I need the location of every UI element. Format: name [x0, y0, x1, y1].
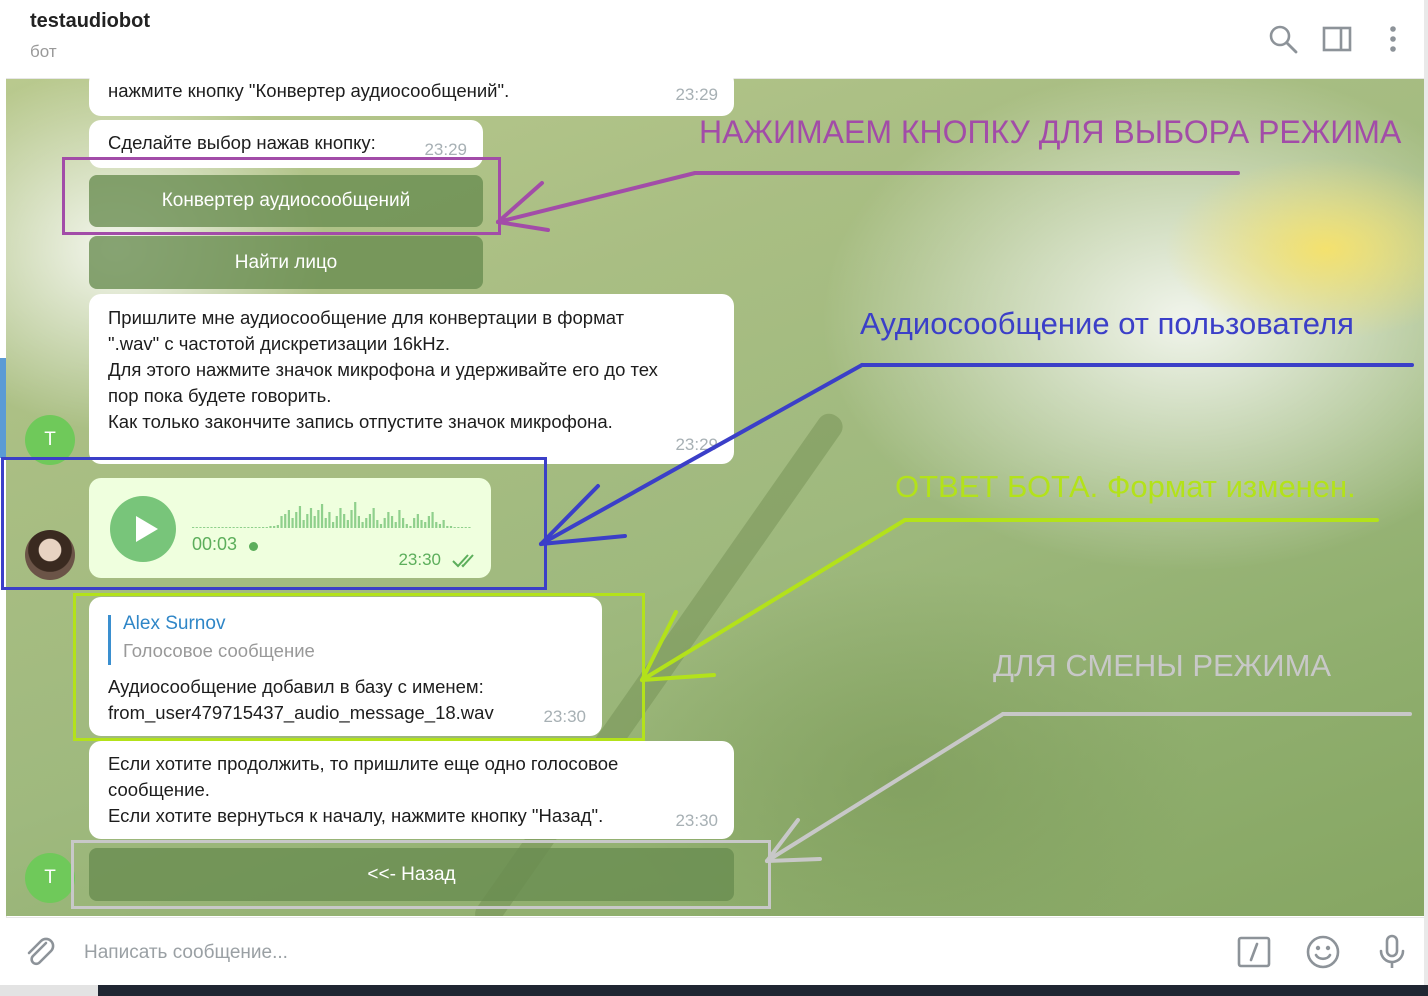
- bot-commands-icon[interactable]: [1236, 934, 1272, 970]
- annotation-box-bot-reply: [73, 593, 645, 741]
- annotation-mode-select: НАЖИМАЕМ КНОПКУ ДЛЯ ВЫБОРА РЕЖИМА: [699, 114, 1402, 150]
- message-text: ".wav" с частотой дискретизации 16kHz.: [108, 333, 451, 354]
- annotation-box-user-audio: [1, 457, 547, 590]
- bot-message: Если хотите продолжить, то пришлите еще …: [89, 741, 734, 839]
- message-time: 23:29: [675, 85, 718, 104]
- search-icon[interactable]: [1266, 22, 1300, 56]
- message-text: пор пока будете говорить.: [108, 385, 332, 406]
- annotation-bot-reply: ОТВЕТ БОТА. Формат изменен.: [895, 469, 1356, 504]
- annotation-mode-change: ДЛЯ СМЕНЫ РЕЖИМА: [993, 648, 1332, 683]
- message-text: Если хотите вернуться к началу, нажмите …: [108, 805, 604, 826]
- window-right-border: [1424, 0, 1428, 996]
- message-time: 23:30: [675, 811, 718, 830]
- microphone-icon[interactable]: [1374, 934, 1410, 970]
- attach-icon[interactable]: [22, 934, 58, 970]
- message-text: Как только закончите запись отпустите зн…: [108, 411, 613, 432]
- message-input[interactable]: [82, 938, 1186, 968]
- emoji-icon[interactable]: [1305, 934, 1341, 970]
- more-options-icon[interactable]: [1376, 22, 1410, 56]
- chat-title[interactable]: testaudiobot: [30, 10, 150, 33]
- sidebar-toggle-icon[interactable]: [1320, 22, 1354, 56]
- chat-subtitle: бот: [30, 42, 57, 61]
- annotation-box-mode-select: [62, 157, 501, 235]
- chat-header: testaudiobot бот: [6, 0, 1424, 79]
- message-text: Если хотите продолжить, то пришлите еще …: [108, 753, 619, 774]
- taskbar-strip-left: [0, 985, 98, 996]
- message-text: нажмите кнопку "Конвертер аудиосообщений…: [108, 80, 510, 101]
- message-composer: [6, 917, 1424, 985]
- message-text: сообщение.: [108, 779, 210, 800]
- keyboard-button-find-face[interactable]: Найти лицо: [89, 236, 483, 289]
- annotation-box-mode-change: [71, 840, 771, 909]
- message-text: Для этого нажмите значок микрофона и уде…: [108, 359, 658, 380]
- bot-message: Пришлите мне аудиосообщение для конверта…: [89, 294, 734, 464]
- message-text: Пришлите мне аудиосообщение для конверта…: [108, 307, 625, 328]
- bot-message: нажмите кнопку "Конвертер аудиосообщений…: [89, 70, 734, 116]
- message-text: Сделайте выбор нажав кнопку:: [108, 132, 376, 153]
- bot-avatar[interactable]: T: [25, 853, 75, 903]
- taskbar-strip: [0, 985, 1428, 996]
- message-time: 23:29: [675, 435, 718, 454]
- annotation-user-audio: Аудиосообщение от пользователя: [860, 306, 1354, 341]
